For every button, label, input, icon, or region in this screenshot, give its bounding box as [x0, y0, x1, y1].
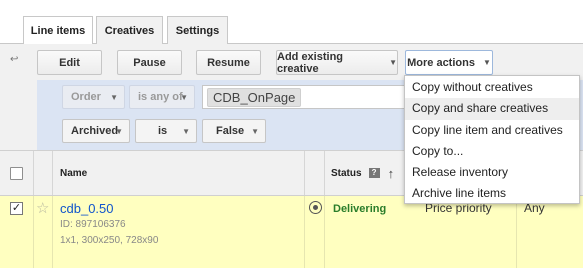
column-divider [33, 196, 34, 268]
select-all-checkbox-cell[interactable] [10, 151, 23, 195]
pause-button[interactable]: Pause [117, 50, 182, 75]
menu-item-copy-without-creatives[interactable]: Copy without creatives [405, 77, 579, 98]
pause-label: Pause [133, 56, 166, 69]
menu-item-copy-line-item-and-creatives[interactable]: Copy line item and creatives [405, 120, 579, 141]
filter-operator-select[interactable]: is ▼ [135, 119, 197, 143]
menu-item-release-inventory[interactable]: Release inventory [405, 162, 579, 183]
status-column-header[interactable]: Status ? ↑ [331, 151, 394, 195]
caret-down-icon: ▼ [182, 126, 190, 136]
resume-button[interactable]: Resume [196, 50, 261, 75]
filter-operator-label: is [158, 125, 168, 137]
sort-ascending-icon[interactable]: ↑ [388, 166, 395, 181]
filter-value-label: False [216, 125, 245, 137]
filter-field-select[interactable]: Order ▼ [62, 85, 125, 109]
select-all-checkbox[interactable] [10, 166, 23, 180]
row-checkbox[interactable]: ✓ [10, 202, 23, 215]
star-icon[interactable]: ☆ [36, 199, 49, 217]
help-icon[interactable]: ? [368, 168, 380, 178]
column-divider [52, 151, 53, 195]
menu-item-copy-and-share-creatives[interactable]: Copy and share creatives [405, 98, 579, 120]
menu-item-archive-line-items[interactable]: Archive line items [405, 183, 579, 204]
column-divider [324, 196, 325, 268]
caret-down-icon: ▼ [251, 126, 259, 136]
caret-down-icon: ▼ [110, 92, 118, 102]
caret-down-icon: ▼ [389, 58, 397, 67]
filter-operator-label: is any of [138, 91, 183, 103]
add-existing-creative-button[interactable]: Add existing creative ▼ [276, 50, 398, 75]
column-divider [304, 196, 305, 268]
filter-value-select[interactable]: False ▼ [202, 119, 266, 143]
line-item-sizes: 1x1, 300x250, 728x90 [60, 235, 159, 246]
line-item-name-link[interactable]: cdb_0.50 [60, 201, 158, 216]
delivery-target-icon[interactable] [309, 201, 322, 214]
column-divider [516, 196, 517, 268]
caret-down-icon: ▼ [180, 92, 188, 102]
status-value: Delivering [333, 203, 387, 215]
filter-value-input[interactable]: CDB_OnPage [202, 85, 412, 109]
more-actions-menu: Copy without creatives Copy and share cr… [404, 75, 580, 204]
collapse-arrow-icon[interactable]: ↩ [10, 54, 18, 65]
caret-down-icon: ▼ [115, 126, 123, 136]
tab-creatives[interactable]: Creatives [96, 16, 163, 44]
column-divider [304, 151, 305, 195]
tab-bar: Line items Creatives Settings [0, 0, 583, 45]
edit-label: Edit [59, 56, 80, 69]
column-divider [52, 196, 53, 268]
line-item-name-cell: cdb_0.50 ID: 897106376 1x1, 300x250, 728… [60, 201, 158, 246]
filter-field-label: Archived [71, 125, 119, 137]
filter-field-select[interactable]: Archived ▼ [62, 119, 130, 143]
add-existing-label: Add existing creative [277, 50, 344, 75]
line-item-id: ID: 897106376 [60, 219, 126, 230]
caret-down-icon: ▼ [482, 58, 491, 67]
tab-settings[interactable]: Settings [167, 16, 228, 44]
table-row[interactable]: ✓ ☆ cdb_0.50 ID: 897106376 1x1, 300x250,… [0, 196, 583, 268]
name-column-header[interactable]: Name [60, 151, 87, 195]
resume-label: Resume [207, 56, 250, 69]
filter-field-label: Order [71, 91, 101, 103]
filter-gutter [0, 80, 37, 150]
column-divider [324, 151, 325, 195]
name-header-label: Name [60, 167, 88, 179]
column-divider [33, 151, 34, 195]
menu-item-copy-to[interactable]: Copy to... [405, 141, 579, 162]
tab-line-items[interactable]: Line items [23, 16, 93, 45]
more-actions-button[interactable]: More actions ▼ [405, 50, 493, 75]
filter-value-token[interactable]: CDB_OnPage [207, 87, 302, 107]
more-actions-label: More actions [407, 56, 475, 69]
status-header-label: Status [331, 167, 362, 179]
filter-operator-select[interactable]: is any of ▼ [129, 85, 195, 109]
edit-button[interactable]: Edit [37, 50, 102, 75]
